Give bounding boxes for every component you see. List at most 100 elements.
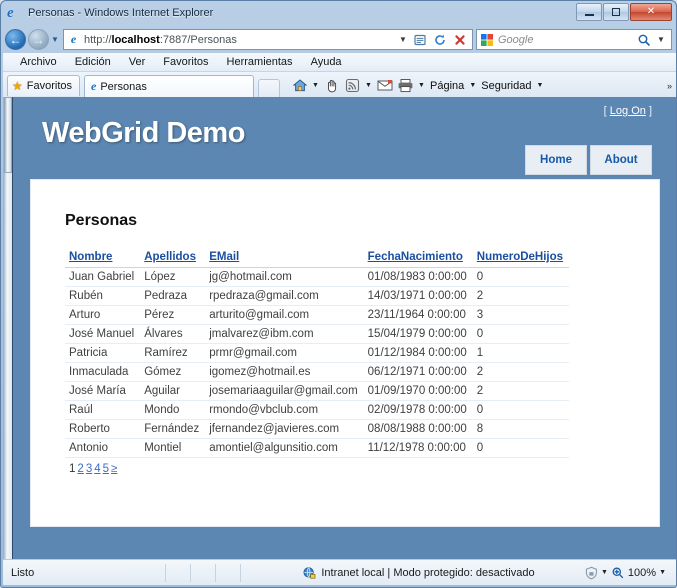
stop-icon[interactable] <box>450 30 470 49</box>
forward-button[interactable]: → <box>28 29 49 50</box>
internet-explorer-icon: e <box>7 5 14 21</box>
window-title: Personas - Windows Internet Explorer <box>28 7 214 19</box>
personas-grid: Nombre Apellidos EMail FechaNacimiento N… <box>65 248 570 479</box>
table-row: Inmaculada Gómez igomez@hotmail.es 06/12/19… <box>65 362 570 382</box>
privacy-report-icon[interactable] <box>584 566 598 580</box>
recent-pages-chevron-down-icon[interactable]: ▼ <box>49 35 61 44</box>
grid-body: Juan Gabriel López jg@hotmail.com 01/08/198… <box>65 267 570 458</box>
grid-container: Nombre Apellidos EMail FechaNacimiento N… <box>65 248 633 478</box>
cell-fecha: 14/03/1971 0:00:00 <box>363 286 473 306</box>
home-icon[interactable] <box>290 77 309 94</box>
sort-link-fechanacimiento[interactable]: FechaNacimiento <box>368 251 463 263</box>
page-title: Personas <box>65 212 138 229</box>
seguridad-chevron-down-icon[interactable]: ▼ <box>535 82 544 89</box>
status-divider <box>240 563 241 582</box>
search-box[interactable]: Google ▼ <box>476 29 672 50</box>
scrollbar-thumb[interactable] <box>4 97 12 173</box>
search-input[interactable]: Google <box>494 34 634 46</box>
menu-bar: Archivo Edición Ver Favoritos Herramient… <box>3 53 676 72</box>
cell-apellidos: Montiel <box>140 438 206 458</box>
menu-herramientas[interactable]: Herramientas <box>218 56 302 68</box>
page-viewport: [ Log On ] WebGrid Demo Home About Perso… <box>3 97 676 559</box>
security-zone[interactable]: Intranet local | Modo protegido: desacti… <box>253 566 584 580</box>
cell-fecha: 01/12/1984 0:00:00 <box>363 343 473 363</box>
sort-link-numerodehijos[interactable]: NumeroDeHijos <box>477 251 563 263</box>
home-chevron-down-icon[interactable]: ▼ <box>311 82 320 89</box>
pager-link-4[interactable]: 5 <box>103 463 109 475</box>
status-divider <box>165 563 166 582</box>
table-row: Roberto Fernández jfernandez@javieres.com 0… <box>65 419 570 439</box>
pager-link-2[interactable]: 3 <box>86 463 92 475</box>
pagina-chevron-down-icon[interactable]: ▼ <box>468 82 477 89</box>
zoom-icon[interactable] <box>611 566 625 580</box>
cell-email: prmr@gmail.com <box>205 343 364 363</box>
menu-edicion[interactable]: Edición <box>66 56 120 68</box>
web-page: [ Log On ] WebGrid Demo Home About Perso… <box>14 97 676 559</box>
sort-link-nombre[interactable]: Nombre <box>69 251 112 263</box>
logon-link[interactable]: Log On <box>610 105 646 117</box>
menu-favoritos[interactable]: Favoritos <box>154 56 217 68</box>
table-row: José Manuel Álvares jmalvarez@ibm.com 15/04… <box>65 324 570 344</box>
pager-link-3[interactable]: 4 <box>94 463 100 475</box>
rss-chevron-down-icon[interactable]: ▼ <box>364 82 373 89</box>
cell-hijos: 0 <box>472 400 570 420</box>
cell-fecha: 06/12/1971 0:00:00 <box>363 362 473 382</box>
pagina-menu[interactable]: Página <box>428 80 466 92</box>
grid-pager-row: 1 2 3 4 5 ≥ <box>65 458 569 479</box>
pager-link-1[interactable]: 2 <box>77 463 83 475</box>
zoom-chevron-down-icon[interactable]: ▼ <box>659 569 666 576</box>
favorites-button[interactable]: ★ Favoritos <box>7 75 81 96</box>
search-chevron-down-icon[interactable]: ▼ <box>654 35 668 44</box>
nav-item-about[interactable]: About <box>590 145 652 175</box>
cell-apellidos: Álvares <box>140 324 206 344</box>
close-button[interactable]: ✕ <box>630 3 672 21</box>
menu-ayuda[interactable]: Ayuda <box>302 56 351 68</box>
cell-email: arturito@gmail.com <box>205 305 364 325</box>
cell-nombre: Roberto <box>65 419 141 439</box>
cell-email: jfernandez@javieres.com <box>205 419 364 439</box>
maximize-button[interactable] <box>603 3 629 21</box>
cell-email: jg@hotmail.com <box>205 267 364 287</box>
sort-link-apellidos[interactable]: Apellidos <box>144 251 196 263</box>
print-icon[interactable] <box>396 77 415 94</box>
hand-reading-view-icon[interactable] <box>322 77 341 94</box>
cell-nombre: Patricia <box>65 343 141 363</box>
cell-hijos: 0 <box>472 267 570 287</box>
compatibility-view-icon[interactable] <box>410 30 430 49</box>
print-chevron-down-icon[interactable]: ▼ <box>417 82 426 89</box>
command-bar-overflow-icon[interactable]: » <box>667 81 672 91</box>
back-button[interactable]: ← <box>5 29 26 50</box>
pager-links: 2 3 4 5 ≥ <box>77 463 119 475</box>
search-icon[interactable] <box>634 30 654 49</box>
cell-email: rpedraza@gmail.com <box>205 286 364 306</box>
cell-hijos: 0 <box>472 324 570 344</box>
cell-nombre: Juan Gabriel <box>65 267 141 287</box>
cell-hijos: 1 <box>472 343 570 363</box>
vertical-scrollbar[interactable] <box>3 97 13 559</box>
address-bar[interactable]: e http://localhost:7887/Personas ▼ <box>63 29 473 50</box>
mail-icon[interactable] <box>375 77 394 94</box>
logon-bracket-open: [ <box>603 105 607 117</box>
tab-personas[interactable]: e Personas <box>84 75 255 97</box>
table-row: José María Aguilar josemariaaguilar@gmail.… <box>65 381 570 401</box>
column-header-numerodehijos: NumeroDeHijos <box>472 248 570 268</box>
table-row: Rubén Pedraza rpedraza@gmail.com 14/03/1971… <box>65 286 570 306</box>
title-bar: e Personas - Windows Internet Explorer ✕ <box>1 1 676 25</box>
privacy-chevron-down-icon[interactable]: ▼ <box>601 569 608 576</box>
sort-link-email[interactable]: EMail <box>209 251 239 263</box>
menu-archivo[interactable]: Archivo <box>11 56 66 68</box>
rss-feeds-icon[interactable] <box>343 77 362 94</box>
site-header: [ Log On ] WebGrid Demo Home About <box>30 97 660 179</box>
cell-hijos: 2 <box>472 381 570 401</box>
address-chevron-down-icon[interactable]: ▼ <box>396 35 410 44</box>
pager-link-5[interactable]: ≥ <box>111 463 117 475</box>
new-tab-button[interactable] <box>258 79 281 97</box>
minimize-button[interactable] <box>576 3 602 21</box>
cell-email: igomez@hotmail.es <box>205 362 364 382</box>
nav-item-home[interactable]: Home <box>525 145 587 175</box>
menu-ver[interactable]: Ver <box>120 56 155 68</box>
cell-email: rmondo@vbclub.com <box>205 400 364 420</box>
cell-email: jmalvarez@ibm.com <box>205 324 364 344</box>
refresh-icon[interactable] <box>430 30 450 49</box>
seguridad-menu[interactable]: Seguridad <box>479 80 533 92</box>
